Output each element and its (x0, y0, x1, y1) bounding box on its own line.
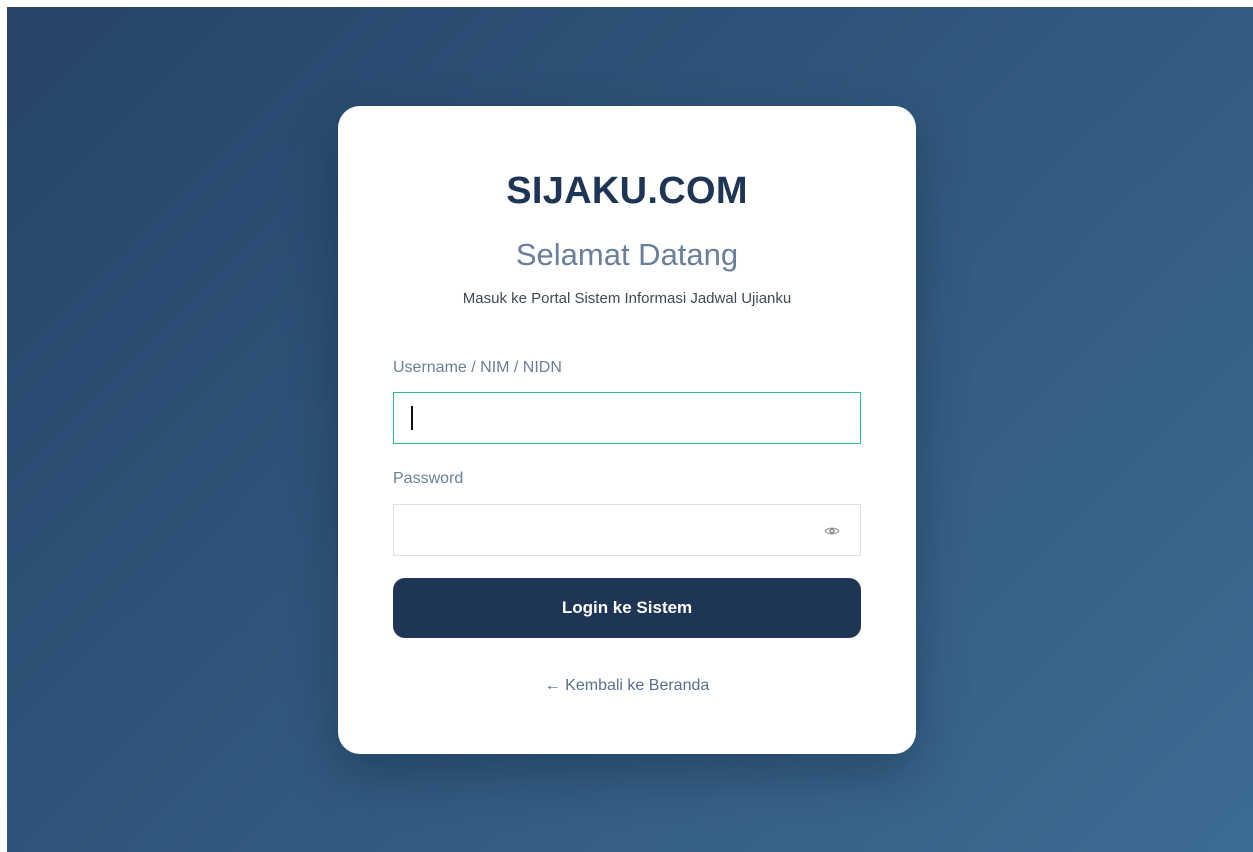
username-label: Username / NIM / NIDN (393, 359, 562, 376)
login-button[interactable]: Login ke Sistem (393, 578, 861, 638)
eye-icon[interactable] (824, 523, 840, 539)
portal-subtitle: Masuk ke Portal Sistem Informasi Jadwal … (462, 290, 792, 307)
username-field-wrapper (393, 392, 861, 444)
brand-title: SIJAKU.COM (506, 170, 748, 212)
username-input[interactable] (394, 393, 860, 443)
text-caret (411, 406, 413, 430)
back-to-home-link[interactable]: ← Kembali ke Beranda (338, 677, 916, 695)
login-card: SIJAKU.COM Selamat Datang Masuk ke Porta… (338, 106, 916, 754)
password-input[interactable] (394, 505, 860, 555)
welcome-heading: Selamat Datang (515, 237, 739, 272)
password-field-wrapper (393, 504, 861, 556)
password-label: Password (393, 470, 464, 487)
page-background: SIJAKU.COM Selamat Datang Masuk ke Porta… (7, 7, 1253, 852)
